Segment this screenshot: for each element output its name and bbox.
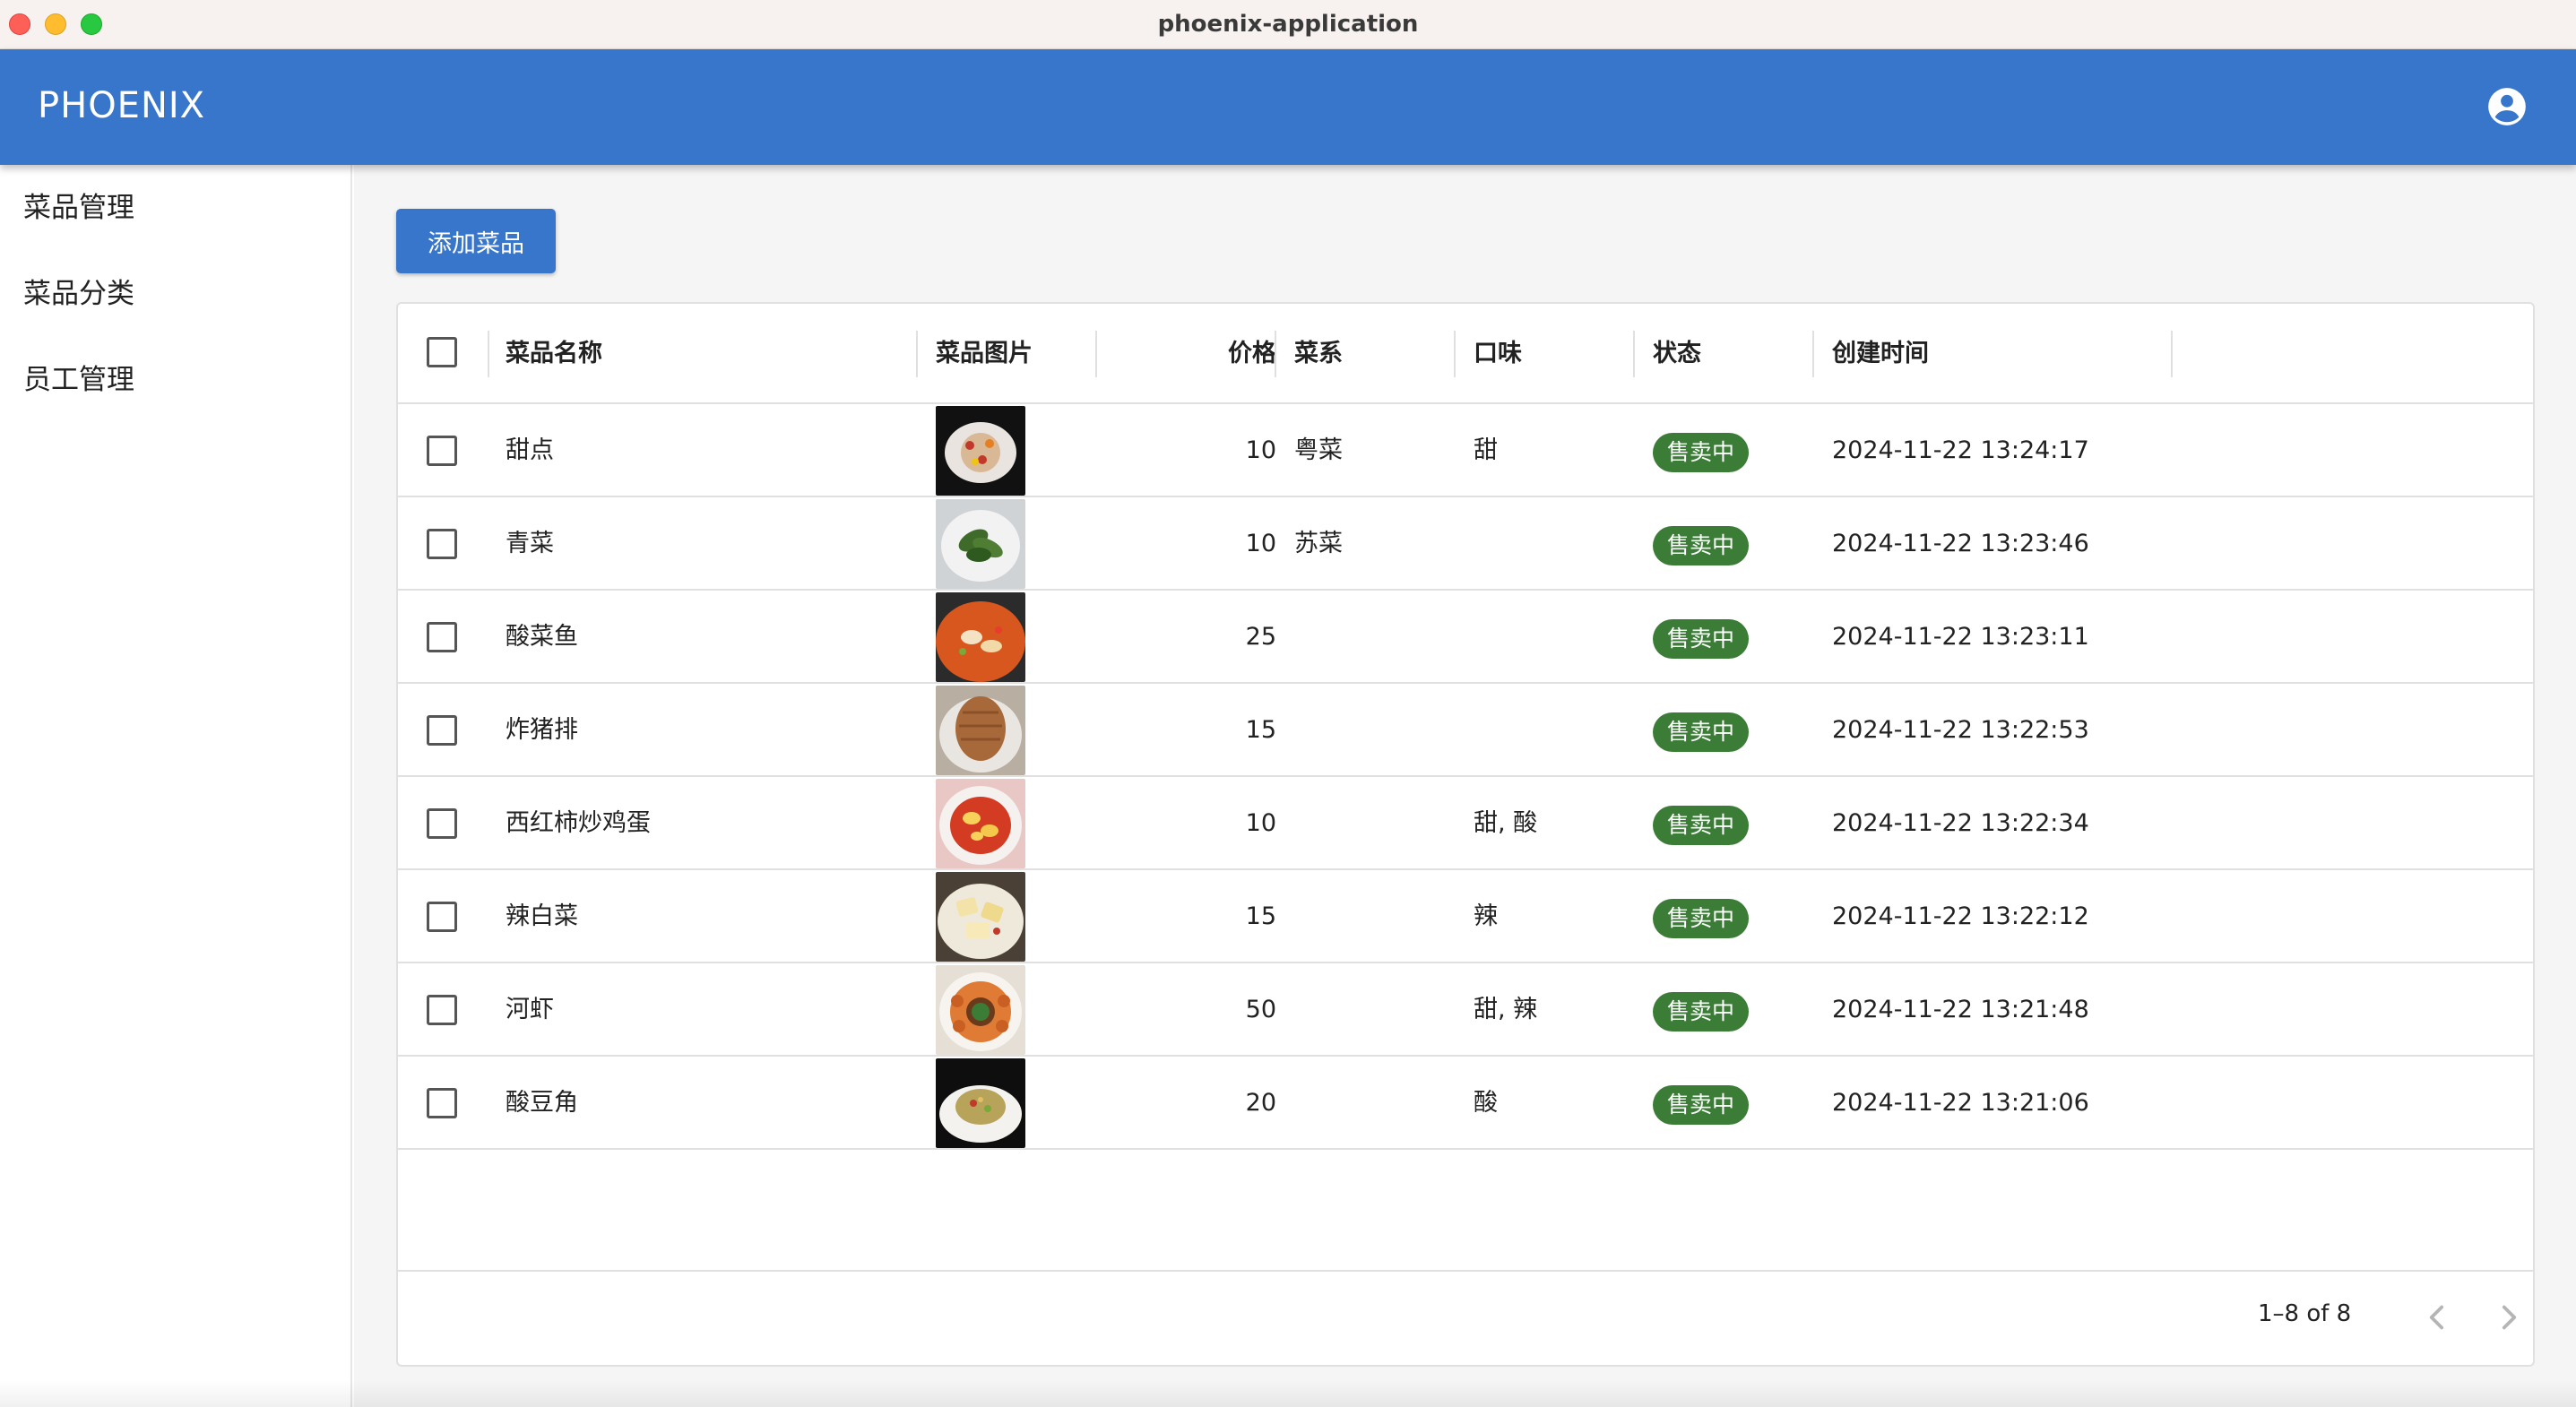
column-separator: [1812, 331, 1814, 377]
row-checkbox[interactable]: [427, 529, 457, 559]
account-circle-icon[interactable]: [2485, 84, 2529, 129]
dish-price: 15: [1245, 902, 1276, 930]
row-checkbox[interactable]: [427, 902, 457, 932]
status-badge: 售卖中: [1653, 899, 1750, 938]
row-checkbox[interactable]: [427, 808, 457, 839]
table-row[interactable]: 炸猪排 15 售卖中 2024-11-22 13:22:53: [398, 684, 2533, 777]
dessert-photo: [936, 406, 1025, 496]
row-checkbox[interactable]: [427, 436, 457, 466]
dish-name: 河虾: [506, 996, 554, 1023]
status-badge: 售卖中: [1653, 712, 1750, 752]
dish-price: 15: [1245, 716, 1276, 744]
dish-created-time: 2024-11-22 13:22:53: [1832, 716, 2089, 744]
fish-photo: [936, 592, 1025, 682]
column-separator: [1275, 331, 1276, 377]
dish-created-time: 2024-11-22 13:22:12: [1832, 902, 2089, 930]
dish-created-time: 2024-11-22 13:21:06: [1832, 1089, 2089, 1117]
dish-name: 青菜: [506, 530, 554, 557]
chevron-left-icon[interactable]: [2415, 1295, 2459, 1340]
table-footer: 1–8 of 8: [398, 1270, 2533, 1365]
app-brand: PHOENIX: [38, 85, 206, 126]
table-row[interactable]: 辣白菜 15 辣 售卖中 2024-11-22 13:22:12: [398, 870, 2533, 963]
pork-cutlet-photo: [936, 686, 1025, 775]
dish-name: 酸豆角: [506, 1089, 578, 1117]
tomato-egg-photo: [936, 779, 1025, 868]
dish-price: 50: [1245, 996, 1276, 1023]
window-titlebar: phoenix-application: [0, 0, 2576, 49]
dish-flavor: 甜: [1474, 436, 1498, 464]
shrimp-photo: [936, 965, 1025, 1055]
column-header-flavor[interactable]: 口味: [1474, 304, 1522, 404]
status-badge: 售卖中: [1653, 619, 1750, 659]
window-title: phoenix-application: [1157, 11, 1419, 38]
table-row[interactable]: 青菜 10 苏菜 售卖中 2024-11-22 13:23:46: [398, 497, 2533, 591]
row-checkbox[interactable]: [427, 1088, 457, 1118]
sidebar: 菜品管理 菜品分类 员工管理: [0, 165, 352, 1407]
select-all-checkbox[interactable]: [427, 337, 457, 367]
dish-table: 菜品名称 菜品图片 价格 菜系 口味 状态 创建时间 甜点 10 粤菜 甜 售卖…: [396, 302, 2535, 1367]
table-header: 菜品名称 菜品图片 价格 菜系 口味 状态 创建时间: [398, 304, 2533, 404]
status-badge: 售卖中: [1653, 526, 1750, 565]
status-badge: 售卖中: [1653, 433, 1750, 472]
dish-price: 20: [1245, 1089, 1276, 1117]
dish-cuisine: 苏菜: [1294, 530, 1343, 557]
dish-price: 10: [1245, 530, 1276, 557]
dish-created-time: 2024-11-22 13:22:34: [1832, 809, 2089, 837]
dish-created-time: 2024-11-22 13:23:46: [1832, 530, 2089, 557]
dish-created-time: 2024-11-22 13:23:11: [1832, 623, 2089, 651]
greens-photo: [936, 499, 1025, 589]
dish-cuisine: 粤菜: [1294, 436, 1343, 464]
row-checkbox[interactable]: [427, 995, 457, 1025]
pagination-info: 1–8 of 8: [2258, 1300, 2352, 1327]
cabbage-photo: [936, 872, 1025, 962]
table-row[interactable]: 酸豆角 20 酸 售卖中 2024-11-22 13:21:06: [398, 1057, 2533, 1150]
dish-price: 10: [1245, 809, 1276, 837]
dish-price: 25: [1245, 623, 1276, 651]
dish-flavor: 酸: [1474, 1089, 1498, 1117]
beans-photo: [936, 1058, 1025, 1148]
status-badge: 售卖中: [1653, 992, 1750, 1032]
row-checkbox[interactable]: [427, 715, 457, 746]
status-badge: 售卖中: [1653, 1085, 1750, 1125]
table-row[interactable]: 西红柿炒鸡蛋 10 甜, 酸 售卖中 2024-11-22 13:22:34: [398, 777, 2533, 870]
dish-flavor: 甜, 酸: [1474, 809, 1538, 837]
dish-name: 甜点: [506, 436, 554, 464]
column-header-cuisine[interactable]: 菜系: [1294, 304, 1343, 404]
column-header-image[interactable]: 菜品图片: [936, 304, 1033, 404]
column-separator: [1633, 331, 1635, 377]
dish-flavor: 甜, 辣: [1474, 996, 1538, 1023]
dish-flavor: 辣: [1474, 902, 1498, 930]
column-header-price[interactable]: 价格: [1115, 304, 1276, 404]
table-row[interactable]: 甜点 10 粤菜 甜 售卖中 2024-11-22 13:24:17: [398, 404, 2533, 497]
dish-name: 西红柿炒鸡蛋: [506, 809, 651, 837]
dish-created-time: 2024-11-22 13:21:48: [1832, 996, 2089, 1023]
status-badge: 售卖中: [1653, 806, 1750, 845]
column-separator: [1454, 331, 1456, 377]
column-separator: [488, 331, 489, 377]
column-header-created[interactable]: 创建时间: [1832, 304, 1929, 404]
sidebar-item-dish-management[interactable]: 菜品管理: [0, 165, 350, 251]
main-content: 添加菜品 菜品名称 菜品图片 价格 菜系 口味 状态 创建时间 甜点 10 粤菜…: [354, 165, 2576, 1407]
add-dish-button[interactable]: 添加菜品: [396, 209, 556, 273]
column-header-status[interactable]: 状态: [1653, 304, 1701, 404]
dish-name: 炸猪排: [506, 716, 578, 744]
table-row[interactable]: 酸菜鱼 25 售卖中 2024-11-22 13:23:11: [398, 591, 2533, 684]
dish-created-time: 2024-11-22 13:24:17: [1832, 436, 2089, 464]
chevron-right-icon[interactable]: [2486, 1295, 2531, 1340]
column-separator: [2171, 331, 2173, 377]
row-checkbox[interactable]: [427, 622, 457, 652]
column-separator: [916, 331, 918, 377]
dish-name: 酸菜鱼: [506, 623, 578, 651]
table-row[interactable]: 河虾 50 甜, 辣 售卖中 2024-11-22 13:21:48: [398, 963, 2533, 1057]
app-bar: PHOENIX: [0, 49, 2576, 165]
dish-price: 10: [1245, 436, 1276, 464]
column-header-name[interactable]: 菜品名称: [506, 304, 602, 404]
sidebar-item-employee-management[interactable]: 员工管理: [0, 337, 350, 423]
dish-name: 辣白菜: [506, 902, 578, 930]
sidebar-item-dish-category[interactable]: 菜品分类: [0, 251, 350, 337]
column-separator: [1095, 331, 1097, 377]
